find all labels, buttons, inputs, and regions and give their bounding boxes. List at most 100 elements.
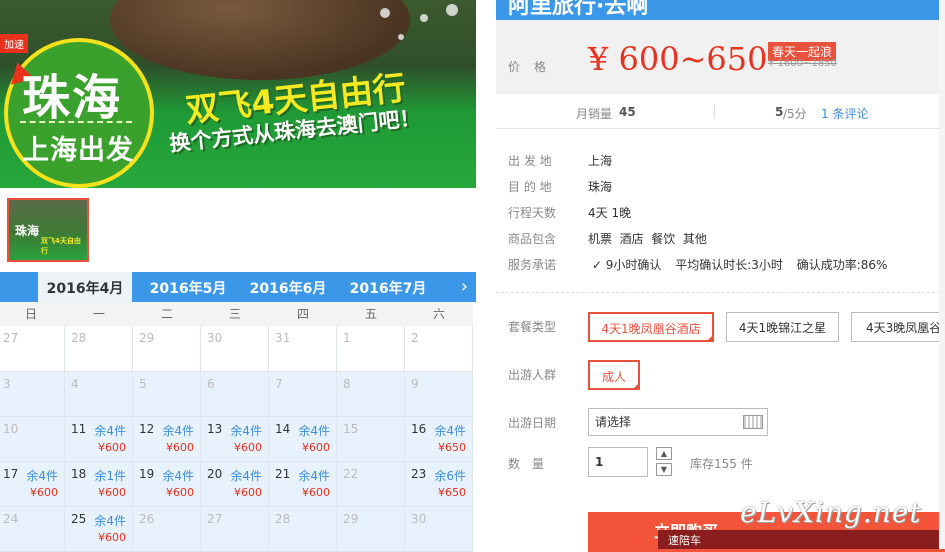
tab-month-3[interactable]: 2016年6月 xyxy=(238,272,338,302)
sales-value: 45 xyxy=(619,105,636,119)
calendar-day-cell: 10 xyxy=(0,417,65,462)
detail-key: 出 发 地 xyxy=(508,154,552,168)
day-price: ¥600 xyxy=(166,441,194,454)
detail-key: 目 的 地 xyxy=(508,180,552,194)
thumbnail-selected[interactable]: 珠海 双飞4天自由行 xyxy=(7,198,89,262)
calendar-day-cell: 27 xyxy=(0,326,65,372)
bottom-bar[interactable]: 速陪车 xyxy=(658,530,945,549)
date-placeholder: 请选择 xyxy=(595,415,632,429)
day-number: 12 xyxy=(139,422,155,436)
stock-left: 余4件 xyxy=(162,424,194,438)
stock-text: 库存155 件 xyxy=(690,457,753,471)
calendar-day-cell: 30 xyxy=(405,507,473,552)
sales-label: 月销量 xyxy=(576,107,613,121)
group-label-row: 出游人群 xyxy=(508,366,588,383)
service-item: 平均确认时长:3小时 xyxy=(675,258,783,272)
stock-left: 余1件 xyxy=(94,469,126,483)
thumb-headline: 双飞4天自由行 xyxy=(41,237,81,255)
calendar-day-cell[interactable]: 18 余1件 ¥600 xyxy=(65,462,133,507)
increment-button[interactable]: ▲ xyxy=(656,447,672,460)
weekday-header: 六 xyxy=(405,302,473,326)
calendar-day-cell: 1 xyxy=(337,326,405,372)
calendar-day-cell[interactable]: 11 余4件 ¥600 xyxy=(65,417,133,462)
date-input[interactable]: 请选择 xyxy=(588,408,768,436)
group-option-adult[interactable]: 成人 xyxy=(588,360,640,390)
calendar-day-cell[interactable]: 12 余4件 ¥600 xyxy=(133,417,201,462)
stock-left: 余4件 xyxy=(434,424,466,438)
day-number: 19 xyxy=(139,467,155,481)
tab-month-1[interactable]: 2016年4月 xyxy=(38,272,132,302)
calendar-day-cell[interactable]: 19 余4件 ¥600 xyxy=(133,462,201,507)
divider xyxy=(20,121,132,123)
day-number: 6 xyxy=(207,377,215,391)
calendar-day-cell[interactable]: 25 余4件 ¥600 xyxy=(65,507,133,552)
scrollbar[interactable] xyxy=(939,0,945,549)
day-price: ¥650 xyxy=(438,441,466,454)
date-label-row: 出游日期 xyxy=(508,414,588,431)
day-price: ¥600 xyxy=(98,531,126,544)
calendar-day-cell: 5 xyxy=(133,372,201,417)
day-number: 24 xyxy=(3,512,19,526)
day-number: 16 xyxy=(411,422,427,436)
reviews-link[interactable]: 1 条评论 xyxy=(821,105,868,122)
package-option-2[interactable]: 4天1晚锦江之星 xyxy=(726,312,839,342)
calendar-day-cell[interactable]: 16 余4件 ¥650 xyxy=(405,417,473,462)
stock-left: 余4件 xyxy=(230,424,262,438)
package-option-3[interactable]: 4天3晚凤凰谷酒 xyxy=(851,312,945,342)
day-number: 27 xyxy=(3,331,19,345)
day-number: 17 xyxy=(3,467,19,481)
product-banner-image: 加速 珠海 上海出发 双飞4天自由行 换个方式从珠海去澳门吧！ xyxy=(0,0,476,188)
calendar-icon[interactable] xyxy=(743,415,763,429)
weekday-header: 一 xyxy=(65,302,133,326)
weekday-header: 五 xyxy=(337,302,405,326)
sales-stats: 月销量 45 5 /5分 1 条评论 xyxy=(496,94,945,129)
calendar-day-cell[interactable]: 20 余4件 ¥600 xyxy=(201,462,269,507)
date-label: 出游日期 xyxy=(508,416,557,430)
calendar-day-cell[interactable]: 13 余4件 ¥600 xyxy=(201,417,269,462)
stock-left: 余4件 xyxy=(162,469,194,483)
ribbon-badge: 加速 xyxy=(0,34,28,53)
calendar-day-cell: 29 xyxy=(337,507,405,552)
stock-left: 余4件 xyxy=(94,514,126,528)
day-price: ¥600 xyxy=(234,486,262,499)
decrement-button[interactable]: ▼ xyxy=(656,463,672,476)
weekday-header: 四 xyxy=(269,302,337,326)
stock-left: 余4件 xyxy=(230,469,262,483)
day-number: 2 xyxy=(411,331,419,345)
detail-value: 4天 1晚 xyxy=(588,206,632,220)
day-price: ¥600 xyxy=(302,441,330,454)
day-number: 11 xyxy=(71,422,87,436)
day-price: ¥600 xyxy=(302,486,330,499)
calendar-day-cell[interactable]: 17 余4件 ¥600 xyxy=(0,462,65,507)
thumb-city: 珠海 xyxy=(15,224,40,238)
product-info-panel: 阿里旅行·去啊 价格 ¥ 600~650 春天一起浪 ¥ 1600~1850 月… xyxy=(496,0,945,552)
day-number: 30 xyxy=(411,512,427,526)
chevron-right-icon[interactable]: › xyxy=(461,276,468,297)
package-option-1[interactable]: 4天1晚凤凰谷酒店 xyxy=(588,312,714,342)
day-number: 7 xyxy=(275,377,283,391)
calendar-day-cell: 2 xyxy=(405,326,473,372)
banner-city: 珠海 xyxy=(22,70,123,126)
day-number: 4 xyxy=(71,377,79,391)
price-label: 价格 xyxy=(508,60,561,74)
calendar-day-cell[interactable]: 23 余6件 ¥650 xyxy=(405,462,473,507)
day-number: 1 xyxy=(343,331,351,345)
stock-left: 余4件 xyxy=(298,469,330,483)
tab-month-4[interactable]: 2016年7月 xyxy=(338,272,438,302)
day-price: ¥600 xyxy=(98,441,126,454)
day-price: ¥600 xyxy=(234,441,262,454)
day-number: 28 xyxy=(71,331,87,345)
detail-key: 商品包含 xyxy=(508,232,557,246)
calendar-day-cell: 29 xyxy=(133,326,201,372)
qty-label-row: 数 量 xyxy=(508,455,588,472)
calendar-day-cell[interactable]: 14 余4件 ¥600 xyxy=(269,417,337,462)
calendar-day-cell[interactable]: 21 余4件 ¥600 xyxy=(269,462,337,507)
day-number: 20 xyxy=(207,467,223,481)
calendar-day-cell: 7 xyxy=(269,372,337,417)
calendar-day-cell: 27 xyxy=(201,507,269,552)
package-label-row: 套餐类型 xyxy=(508,318,588,335)
quantity-input[interactable]: 1 xyxy=(588,447,648,477)
tab-month-2[interactable]: 2016年5月 xyxy=(138,272,238,302)
stock-left: 余4件 xyxy=(26,469,58,483)
day-number: 13 xyxy=(207,422,223,436)
